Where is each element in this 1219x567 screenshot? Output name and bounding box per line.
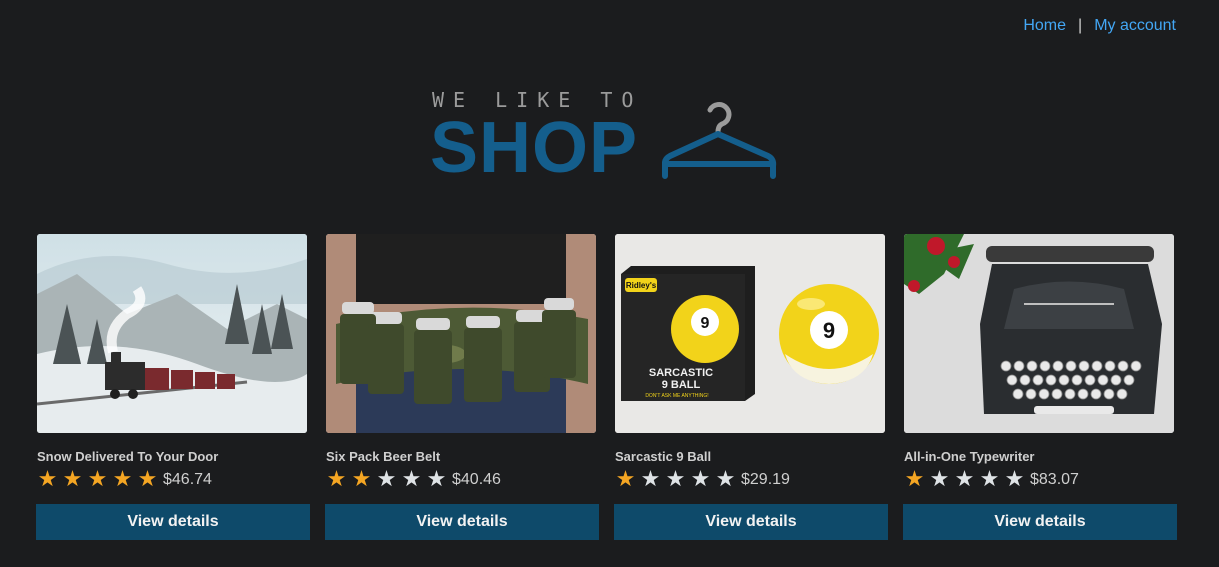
rating-stars: ★ ★ ★ ★ ★ [614,469,737,491]
view-details-button[interactable]: View details [903,504,1177,540]
product-image[interactable] [904,234,1174,433]
product-image[interactable] [37,234,307,433]
product-card: Snow Delivered To Your Door ★ ★ ★ ★ ★ $46.74… [36,234,310,540]
view-details-button[interactable]: View details [614,504,888,540]
hanger-icon [662,102,777,179]
product-card: 9 Ridley's SARCASTIC 9 BALL DON'T ASK ME… [614,234,888,540]
beer-belt-photo [326,234,596,433]
view-details-button[interactable]: View details [325,504,599,540]
snow-train-photo [37,234,307,433]
star-icon: ★ [62,467,83,492]
star-icon: ★ [929,467,950,492]
star-icon: ★ [1004,467,1025,492]
product-name[interactable]: All-in-One Typewriter [904,449,1177,464]
star-icon: ★ [665,467,686,492]
star-icon: ★ [715,467,736,492]
star-icon: ★ [954,467,975,492]
view-details-button[interactable]: View details [36,504,310,540]
my-account-link[interactable]: My account [1094,17,1176,35]
product-grid: Snow Delivered To Your Door ★ ★ ★ ★ ★ $46.74… [36,234,1177,540]
star-icon: ★ [640,467,661,492]
box-ball-number: 9 [701,315,710,332]
box-title-line-1: SARCASTIC [649,367,713,379]
star-icon: ★ [351,467,372,492]
product-card: All-in-One Typewriter ★ ★ ★ ★ ★ $83.07 View … [903,234,1177,540]
shop-logo[interactable]: WE LIKE TO SHOP [430,86,790,186]
product-name[interactable]: Snow Delivered To Your Door [37,449,310,464]
star-icon: ★ [615,467,636,492]
star-icon: ★ [326,467,347,492]
box-title-line-2: 9 BALL [662,379,701,391]
star-icon: ★ [87,467,108,492]
rating-stars: ★ ★ ★ ★ ★ [903,469,1026,491]
star-icon: ★ [37,467,58,492]
star-icon: ★ [112,467,133,492]
star-icon: ★ [137,467,158,492]
star-icon: ★ [376,467,397,492]
box-tagline: DON'T ASK ME ANYTHING! [645,393,708,399]
typewriter-photo [904,234,1174,433]
sarcastic-9-ball-photo: 9 Ridley's SARCASTIC 9 BALL DON'T ASK ME… [615,234,885,433]
rating-stars: ★ ★ ★ ★ ★ [36,469,159,491]
ball-number: 9 [823,318,835,343]
product-card: Six Pack Beer Belt ★ ★ ★ ★ ★ $40.46 View det… [325,234,599,540]
product-price: $29.19 [741,471,790,488]
star-icon: ★ [401,467,422,492]
home-link[interactable]: Home [1023,17,1066,35]
top-nav: Home | My account [1023,17,1176,35]
star-icon: ★ [690,467,711,492]
product-price: $83.07 [1030,471,1079,488]
product-image[interactable]: 9 Ridley's SARCASTIC 9 BALL DON'T ASK ME… [615,234,885,433]
star-icon: ★ [904,467,925,492]
logo-wordmark: SHOP [430,108,639,188]
nav-separator: | [1078,17,1083,34]
shop-home-page: Home | My account WE LIKE TO SHOP Snow D… [0,0,1219,567]
product-price: $40.46 [452,471,501,488]
box-brand: Ridley's [626,281,657,290]
product-name[interactable]: Sarcastic 9 Ball [615,449,888,464]
product-name[interactable]: Six Pack Beer Belt [326,449,599,464]
rating-stars: ★ ★ ★ ★ ★ [325,469,448,491]
star-icon: ★ [426,467,447,492]
star-icon: ★ [979,467,1000,492]
product-price: $46.74 [163,471,212,488]
product-image[interactable] [326,234,596,433]
